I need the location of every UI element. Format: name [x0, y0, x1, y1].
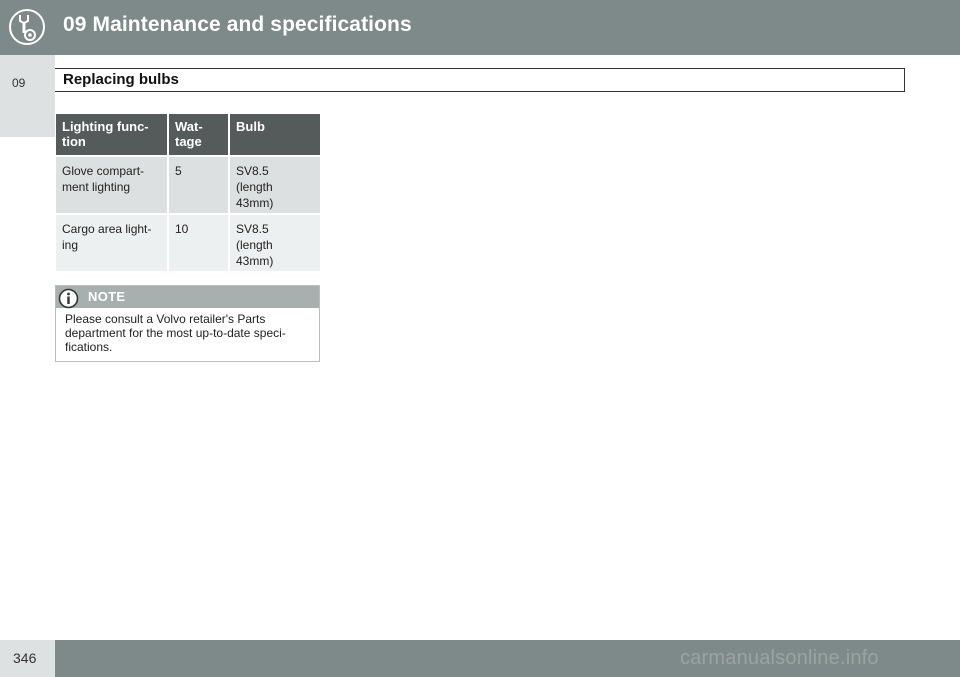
column-header-wattage: Wat- tage [168, 114, 230, 156]
cell-wattage: 5 [168, 155, 230, 214]
column-header-lighting-function: Lighting func- tion [56, 114, 169, 156]
watermark: carmanualsonline.info [680, 647, 879, 669]
table-row: Cargo area light- ing 10 SV8.5 (length 4… [56, 213, 320, 271]
chapter-number: 09 [12, 76, 26, 90]
table-row: Glove compart- ment lighting 5 SV8.5 (le… [56, 155, 320, 214]
column-header-bulb: Bulb [229, 114, 320, 156]
wrench-gear-icon [9, 9, 45, 45]
section-header [55, 68, 905, 92]
chapter-icon-box [0, 0, 55, 55]
section-title: Replacing bulbs [63, 71, 179, 88]
note-box: NOTE Please consult a Volvo retailer's P… [55, 285, 320, 362]
cell-lighting-function: Glove compart- ment lighting [56, 155, 169, 214]
chapter-title: 09 Maintenance and specifications [63, 13, 412, 36]
note-text: Please consult a Volvo retailer's Parts … [65, 312, 286, 354]
note-label: NOTE [88, 289, 126, 304]
info-icon [58, 288, 79, 309]
note-header: NOTE [56, 286, 319, 309]
bulb-spec-table: Lighting func- tion Wat- tage Bulb Glove… [56, 114, 320, 271]
table-header-row: Lighting func- tion Wat- tage Bulb [56, 114, 320, 156]
chapter-side-tab [0, 55, 55, 137]
cell-wattage: 10 [168, 213, 230, 271]
cell-lighting-function: Cargo area light- ing [56, 213, 169, 271]
cell-bulb: SV8.5 (length 43mm) [229, 155, 320, 214]
page-number: 346 [13, 650, 37, 666]
cell-bulb: SV8.5 (length 43mm) [229, 213, 320, 271]
